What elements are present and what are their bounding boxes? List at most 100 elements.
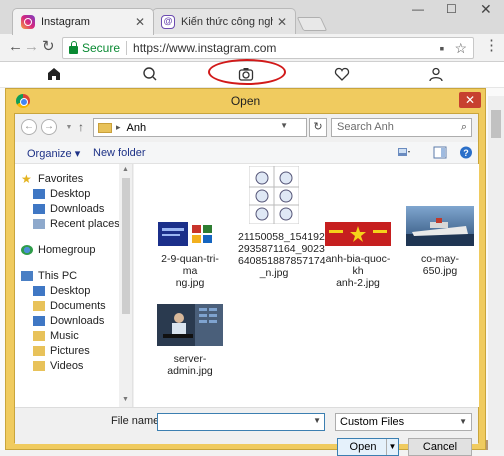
file-thumbnail xyxy=(248,165,300,225)
home-icon[interactable] xyxy=(46,66,62,82)
path-dropdown-icon[interactable]: ▼ xyxy=(280,121,288,130)
file-type-select[interactable]: Custom Files ▼ xyxy=(335,413,472,431)
back-arrow-icon[interactable]: ← xyxy=(21,119,37,135)
dialog-title: Open xyxy=(230,94,261,108)
preview-pane-icon[interactable] xyxy=(433,146,447,159)
nav-label: Recent places xyxy=(50,217,120,230)
nav-recent-places[interactable]: Recent places xyxy=(33,216,120,231)
file-item[interactable]: co-may-650.jpg xyxy=(404,206,476,277)
desktop-icon xyxy=(33,188,45,199)
close-window-icon[interactable]: ✕ xyxy=(480,1,492,18)
forward-arrow-icon[interactable]: → xyxy=(24,39,39,55)
downloads-icon xyxy=(33,315,45,326)
nav-music[interactable]: Music xyxy=(33,328,79,343)
file-item[interactable]: 21150058_154192 2935871164_9023 64085188… xyxy=(238,164,326,279)
tab-strip: Instagram ✕ @ Kiến thức công nghệ khó ✕ … xyxy=(0,0,504,35)
reload-icon[interactable]: ↻ xyxy=(42,39,55,55)
tab-instagram[interactable]: Instagram ✕ xyxy=(12,8,154,35)
chevron-down-icon[interactable]: ▼ xyxy=(459,414,467,430)
nav-label: Desktop xyxy=(50,284,91,297)
page-scrollbar[interactable] xyxy=(488,96,504,450)
nav-label: This PC xyxy=(38,269,78,282)
up-arrow-icon[interactable]: ↑ xyxy=(78,120,84,134)
maximize-window-icon[interactable]: ☐ xyxy=(446,2,457,16)
star-icon: ★ xyxy=(21,171,32,186)
url-text[interactable]: https://www.instagram.com xyxy=(133,41,276,55)
tab-kien-thuc[interactable]: @ Kiến thức công nghệ khó ✕ xyxy=(152,8,296,35)
file-name-line: server-admin.jpg xyxy=(167,353,213,377)
breadcrumb-chevron-icon[interactable]: ▸ xyxy=(116,122,121,133)
nav-pc-desktop[interactable]: Desktop xyxy=(33,283,90,298)
nav-pictures[interactable]: Pictures xyxy=(33,343,90,358)
nav-scrollbar[interactable]: ▲ ▼ xyxy=(119,164,132,407)
file-item[interactable]: server-admin.jpg xyxy=(154,304,226,377)
open-button-label: Open xyxy=(349,441,377,453)
browser-toolbar: ← → ↻ Secure https://www.instagram.com ▪… xyxy=(0,34,504,62)
desktop-icon xyxy=(33,285,45,296)
tab-close-icon[interactable]: ✕ xyxy=(135,15,145,29)
new-tab-button[interactable] xyxy=(296,17,328,31)
bookmark-star-icon[interactable]: ☆ xyxy=(454,40,467,57)
dialog-search-input[interactable]: Search Anh ⌕ xyxy=(331,118,472,137)
profile-icon[interactable] xyxy=(428,66,444,82)
nav-label: Downloads xyxy=(50,314,105,327)
open-button[interactable]: Open ▼ xyxy=(337,438,399,456)
nav-pc-downloads[interactable]: Downloads xyxy=(33,313,104,328)
dialog-path-box[interactable]: ▸ Anh ▼ xyxy=(93,118,307,137)
file-thumbnail xyxy=(406,206,474,246)
file-thumbnail xyxy=(157,304,223,346)
breadcrumb-folder[interactable]: Anh xyxy=(127,122,147,134)
recent-locations-dropdown-icon[interactable]: ▼ xyxy=(61,121,77,137)
file-name-line: 640851887857174 xyxy=(238,255,326,267)
nav-label: Music xyxy=(50,329,79,342)
nav-this-pc[interactable]: This PC xyxy=(21,268,77,283)
cancel-button[interactable]: Cancel xyxy=(408,438,472,456)
file-name-dropdown-icon[interactable]: ▼ xyxy=(313,416,321,425)
svg-text:?: ? xyxy=(463,148,469,158)
nav-videos[interactable]: Videos xyxy=(33,358,83,373)
menu-dots-icon[interactable]: ⋮ xyxy=(484,38,499,54)
file-name-input[interactable]: ▼ xyxy=(157,413,325,431)
search-icon[interactable]: ⌕ xyxy=(461,119,467,136)
secure-label: Secure xyxy=(82,41,121,55)
file-name-label: File name: xyxy=(111,415,163,427)
nav-scrollbar-thumb[interactable] xyxy=(122,178,130,314)
search-icon[interactable] xyxy=(142,66,158,82)
new-folder-button[interactable]: New folder xyxy=(93,147,146,159)
omnibox-divider xyxy=(126,41,128,55)
view-options-icon[interactable] xyxy=(397,146,411,159)
scroll-down-icon[interactable]: ▼ xyxy=(122,396,129,403)
file-list-pane: 2-9-quan-tri-ma ng.jpg 21150058_154192 2… xyxy=(134,164,479,407)
nav-downloads[interactable]: Downloads xyxy=(33,201,104,216)
address-bar[interactable]: Secure https://www.instagram.com ▪ ☆ xyxy=(62,37,474,59)
music-icon xyxy=(33,330,45,341)
back-arrow-icon[interactable]: ← xyxy=(8,39,23,55)
file-item[interactable]: anh-bia-quoc-kh anh-2.jpg xyxy=(322,222,394,289)
refresh-icon[interactable]: ↻ xyxy=(309,118,327,137)
dialog-close-button[interactable]: ✕ xyxy=(459,92,481,108)
recent-places-icon xyxy=(33,218,45,229)
forward-arrow-icon[interactable]: → xyxy=(41,119,57,135)
nav-documents[interactable]: Documents xyxy=(33,298,106,313)
heart-icon[interactable] xyxy=(334,66,350,82)
nav-homegroup[interactable]: Homegroup xyxy=(21,242,95,257)
page-scrollbar-thumb[interactable] xyxy=(491,110,501,138)
at-sign-favicon-icon: @ xyxy=(161,15,175,29)
file-name-line: 21150058_154192 xyxy=(238,231,325,243)
pictures-icon xyxy=(33,345,45,356)
camera-permission-icon[interactable]: ▪ xyxy=(439,40,444,57)
scroll-up-icon[interactable]: ▲ xyxy=(122,166,129,173)
tab-close-icon[interactable]: ✕ xyxy=(277,15,287,29)
videos-icon xyxy=(33,360,45,371)
nav-favorites[interactable]: ★ Favorites xyxy=(21,171,83,186)
dialog-body: ← → ▼ ↑ ▸ Anh ▼ ↻ Search Anh ⌕ Organize … xyxy=(14,113,479,456)
nav-label: Downloads xyxy=(50,202,105,215)
folder-icon xyxy=(98,122,112,133)
nav-desktop[interactable]: Desktop xyxy=(33,186,90,201)
file-item[interactable]: 2-9-quan-tri-ma ng.jpg xyxy=(154,222,226,289)
open-options-dropdown-icon[interactable]: ▼ xyxy=(386,439,398,455)
organize-button[interactable]: Organize ▾ xyxy=(27,147,80,160)
dialog-address-row: ← → ▼ ↑ ▸ Anh ▼ ↻ Search Anh ⌕ xyxy=(15,114,478,142)
minimize-window-icon[interactable]: — xyxy=(412,2,424,16)
help-icon[interactable]: ? xyxy=(459,146,473,159)
